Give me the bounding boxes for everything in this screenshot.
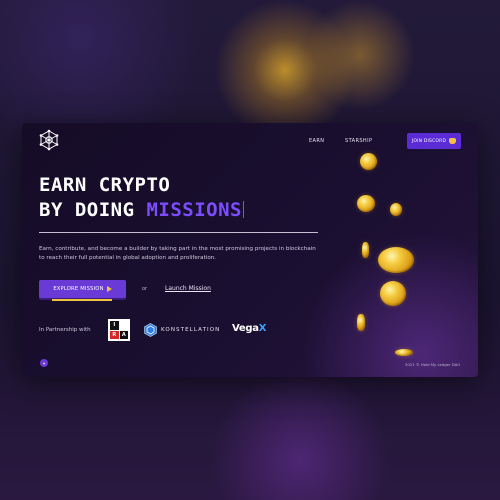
gold-coin: [357, 314, 365, 331]
explore-button-accent: [52, 299, 112, 301]
play-icon: [106, 286, 112, 292]
gold-coin: [395, 349, 413, 356]
gold-coin: [380, 281, 406, 306]
hero-headline: EARN CRYPTO BY DOING MISSIONS: [39, 173, 245, 223]
text-cursor: [242, 201, 245, 218]
hero-line-2-prefix: BY DOING: [39, 199, 135, 221]
hero-line-2-accent: MISSIONS: [146, 199, 242, 221]
ira-letter-r: R: [110, 330, 119, 339]
or-separator: or: [142, 286, 148, 292]
explore-mission-button[interactable]: EXPLORE MISSION: [39, 280, 126, 298]
hexagon-network-logo[interactable]: [38, 129, 60, 151]
hero-subtitle: Earn, contribute, and become a builder b…: [39, 246, 316, 261]
vegax-partner-logo[interactable]: VegaX: [232, 323, 266, 334]
ira-partner-logo[interactable]: I R A: [108, 319, 130, 341]
join-discord-label: JOIN DISCORD: [411, 138, 447, 144]
vega-x-mark: X: [258, 323, 267, 334]
hero-line-1: EARN CRYPTO: [39, 174, 171, 196]
vega-wordmark: Vega: [232, 323, 259, 334]
gold-coin: [360, 153, 377, 170]
join-discord-button[interactable]: JOIN DISCORD: [407, 133, 461, 149]
nav-earn-link[interactable]: EARN: [309, 138, 324, 144]
gold-coin: [378, 247, 414, 273]
ira-letter-i: I: [110, 321, 119, 330]
discord-icon: [449, 138, 457, 144]
gold-coin: [390, 203, 402, 216]
explore-mission-label: EXPLORE MISSION: [53, 286, 104, 292]
konstellation-partner-name[interactable]: KONSTELLATION: [161, 327, 220, 333]
gold-coin: [357, 195, 375, 212]
ira-letter-a: A: [119, 330, 128, 339]
hero-divider: [39, 232, 318, 233]
konstellation-logo-icon[interactable]: [144, 323, 157, 337]
ira-blank-cell: [119, 321, 128, 330]
launch-mission-link[interactable]: Launch Mission: [165, 285, 211, 292]
twitter-icon[interactable]: ✦: [40, 359, 48, 367]
landing-page-card: EARN STARSHIP JOIN DISCORD EARN CRYPTO B…: [22, 123, 478, 377]
partnership-label: In Partnership with: [39, 327, 91, 333]
gold-coin: [362, 242, 369, 258]
nav-starship-link[interactable]: STARSHIP: [345, 138, 372, 144]
copyright-text: 2021 © Hold My Ledger DAO: [405, 362, 461, 367]
